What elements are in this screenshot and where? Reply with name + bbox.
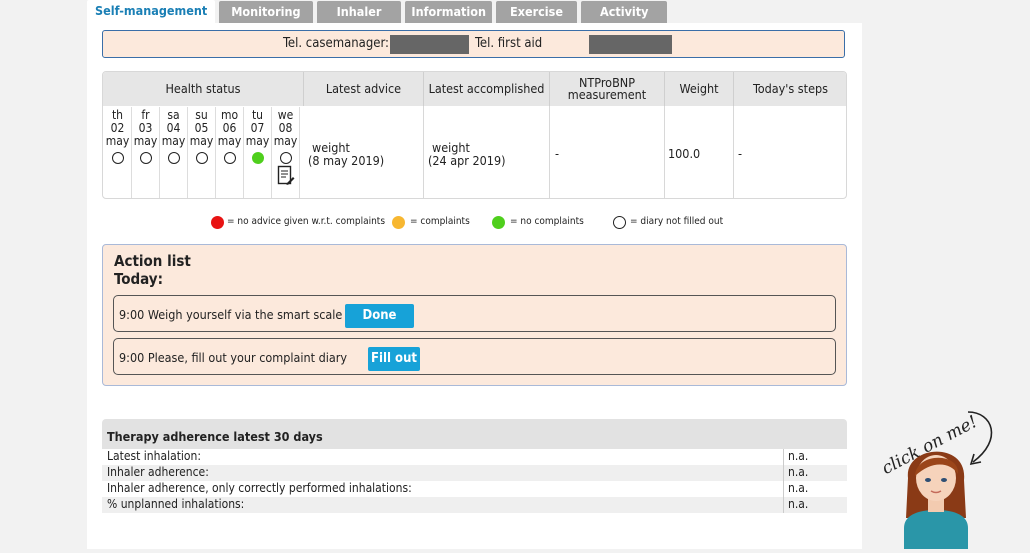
action-item: 9:00 Weigh yourself via the smart scale … [113, 295, 836, 332]
table-row: % unplanned inhalations: n.a. [102, 497, 847, 513]
steps-header: Today's steps [734, 72, 846, 106]
adherence-title: Therapy adherence latest 30 days [107, 429, 323, 444]
latest-advice-header: Latest advice [304, 72, 424, 106]
status-circle[interactable] [111, 152, 124, 164]
day-column: fr 03 may [132, 107, 160, 198]
action-list-heading: Action list [114, 252, 191, 270]
action-item-text: 9:00 Please, fill out your complaint dia… [119, 350, 348, 365]
day-month: may [189, 134, 214, 148]
status-circle[interactable] [139, 152, 152, 164]
tab-exercise[interactable]: Exercise [496, 1, 577, 23]
row-value: n.a. [788, 481, 809, 495]
firstaid-label: Tel. first aid [475, 36, 543, 51]
action-list-today: Today: [114, 270, 163, 288]
legend-red-text: = no advice given w.r.t. complaints [227, 216, 386, 227]
status-circle[interactable] [251, 152, 264, 164]
status-circle[interactable] [167, 152, 180, 164]
fill-out-button[interactable]: Fill out [368, 347, 420, 371]
weight-value: 100.0 [668, 146, 701, 161]
health-status-header: Health status [103, 72, 304, 106]
row-label: % unplanned inhalations: [107, 497, 245, 511]
advice-date: (8 may 2019) [308, 153, 385, 168]
tab-bar: Self-management Monitoring Inhaler Infor… [87, 0, 668, 23]
therapy-adherence-table: Therapy adherence latest 30 days Latest … [102, 419, 847, 515]
action-list-title: Action list Today: [114, 252, 191, 288]
status-circle[interactable] [279, 152, 292, 164]
contact-bar: Tel. casemanager: Tel. first aid [102, 30, 845, 58]
tab-self-management[interactable]: Self-management [87, 0, 216, 23]
ntprobnp-cell [550, 106, 665, 198]
legend-green-dot [492, 216, 505, 229]
steps-value: - [738, 146, 743, 161]
done-button[interactable]: Done [345, 304, 414, 328]
casemanager-phone-redacted [390, 35, 469, 54]
day-month: may [105, 134, 130, 148]
day-month: may [245, 134, 270, 148]
tab-information[interactable]: Information [405, 1, 493, 23]
status-circle[interactable] [195, 152, 208, 164]
status-circle[interactable] [223, 152, 236, 164]
row-label: Inhaler adherence: [107, 465, 209, 479]
legend-red-dot [211, 216, 224, 229]
weight-header: Weight [665, 72, 734, 106]
day-column: we 08 may [272, 107, 300, 198]
table-row: Inhaler adherence, only correctly perfor… [102, 481, 847, 497]
legend-green-text: = no complaints [510, 216, 584, 227]
action-item: 9:00 Please, fill out your complaint dia… [113, 338, 836, 375]
day-column: mo 06 may [216, 107, 244, 198]
ntprobnp-value: - [555, 146, 560, 161]
firstaid-phone-redacted [589, 35, 672, 54]
day-month: may [161, 134, 186, 148]
legend-orange-text: = complaints [410, 216, 470, 227]
day-column: su 05 may [188, 107, 216, 198]
diary-edit-icon[interactable] [277, 165, 295, 187]
table-row: Inhaler adherence: n.a. [102, 465, 847, 481]
tab-activity[interactable]: Activity [580, 1, 668, 23]
row-label: Latest inhalation: [107, 449, 202, 463]
tab-monitoring[interactable]: Monitoring [219, 1, 313, 23]
day-month: may [217, 134, 242, 148]
health-status-table: Health status Latest advice Latest accom… [102, 71, 847, 199]
day-column: sa 04 may [160, 107, 188, 198]
day-month: may [273, 134, 298, 148]
row-value: n.a. [788, 449, 809, 463]
action-list: Action list Today: 9:00 Weigh yourself v… [102, 244, 847, 386]
tab-inhaler[interactable]: Inhaler [316, 1, 402, 23]
casemanager-label: Tel. casemanager: [283, 36, 389, 51]
table-row: Latest inhalation: n.a. [102, 449, 847, 465]
ntprobnp-header: NTProBNP measurement [550, 72, 665, 106]
latest-accomplished-header: Latest accomplished [424, 72, 550, 106]
row-value: n.a. [788, 497, 809, 511]
day-column: th 02 may [104, 107, 132, 198]
row-label: Inhaler adherence, only correctly perfor… [107, 481, 412, 495]
avatar-illustration: click on me! [879, 411, 993, 549]
day-column: tu 07 may [244, 107, 272, 198]
legend-empty-circle [613, 216, 626, 229]
accomplished-date: (24 apr 2019) [428, 153, 506, 168]
action-item-text: 9:00 Weigh yourself via the smart scale [119, 307, 343, 322]
adherence-header: Therapy adherence latest 30 days [102, 419, 847, 449]
legend-orange-dot [392, 216, 405, 229]
row-value: n.a. [788, 465, 809, 479]
assistant-avatar[interactable]: click on me! [868, 400, 1018, 549]
legend-empty-text: = diary not filled out [630, 216, 724, 227]
day-month: may [133, 134, 158, 148]
